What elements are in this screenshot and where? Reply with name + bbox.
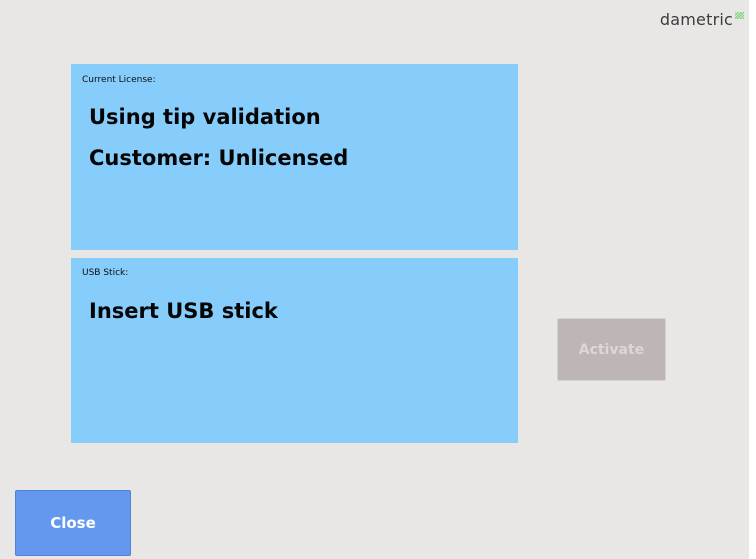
license-status-text: Using tip validation [89, 105, 321, 129]
license-customer-text: Customer: Unlicensed [89, 146, 349, 170]
license-screen: dametric Current License: Using tip vali… [0, 0, 749, 559]
usb-stick-message: Insert USB stick [89, 299, 278, 323]
current-license-caption: Current License: [82, 75, 156, 85]
close-button[interactable]: Close [15, 490, 131, 556]
logo-text: dametric [659, 10, 733, 29]
activate-button[interactable]: Activate [557, 318, 666, 381]
dametric-logo: dametric [659, 10, 744, 29]
usb-stick-caption: USB Stick: [82, 268, 129, 278]
current-license-panel: Current License: Using tip validation Cu… [71, 64, 518, 250]
logo-mark-icon [735, 12, 744, 19]
usb-stick-panel: USB Stick: Insert USB stick [71, 258, 518, 443]
